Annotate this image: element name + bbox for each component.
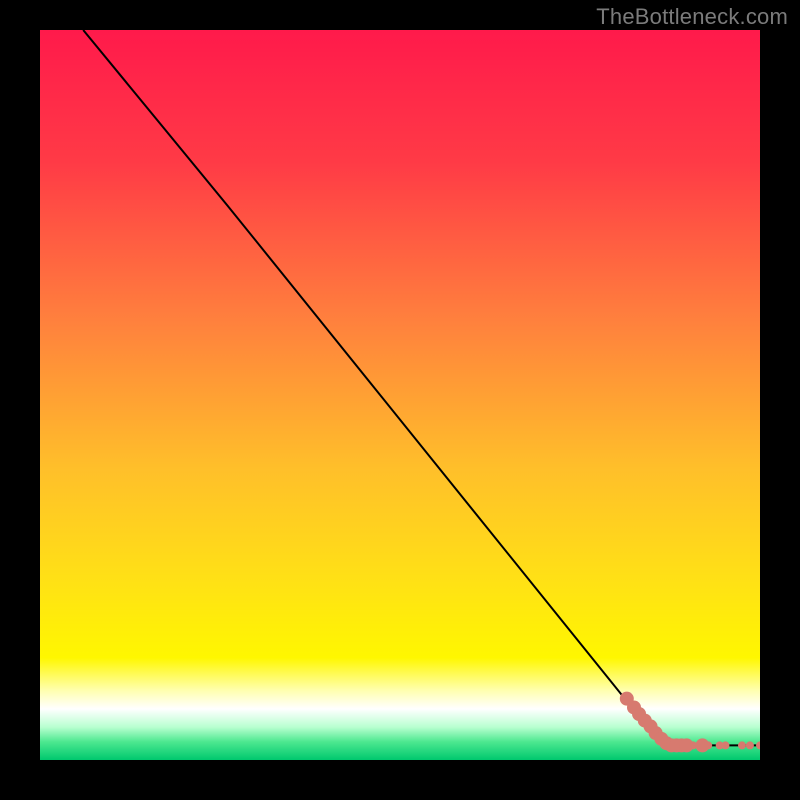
gradient-background	[40, 30, 760, 760]
data-point	[738, 741, 746, 749]
chart-svg	[40, 30, 760, 760]
data-point	[721, 741, 729, 749]
data-point	[704, 741, 712, 749]
chart-frame: TheBottleneck.com	[0, 0, 800, 800]
plot-area	[40, 30, 760, 760]
data-point	[746, 741, 754, 749]
watermark-text: TheBottleneck.com	[596, 4, 788, 30]
